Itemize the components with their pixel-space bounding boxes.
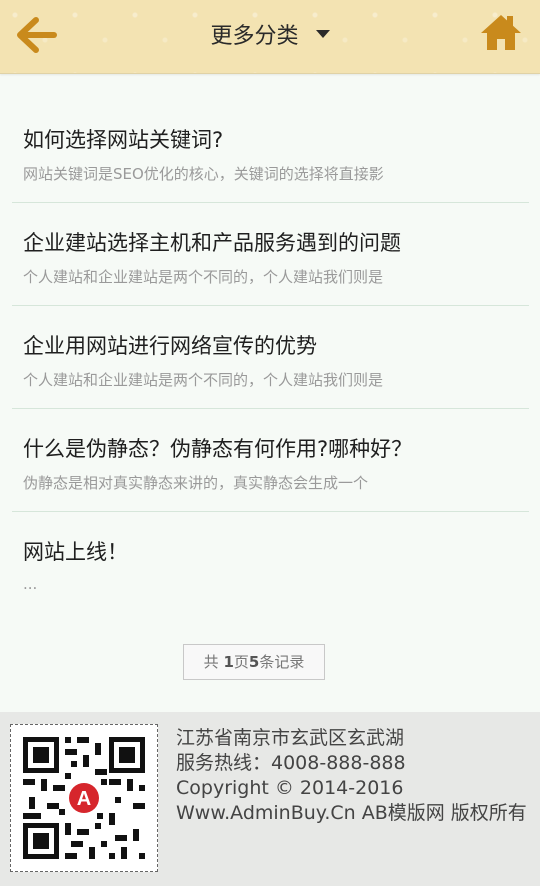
article-summary: 个人建站和企业建站是两个不同的，个人建站我们则是	[23, 268, 384, 286]
article-list: 如何选择网站关键词? 网站关键词是SEO优化的核心，关键词的选择将直接影 企业建…	[12, 100, 529, 614]
qr-code-icon: A	[11, 725, 157, 871]
top-bar: 更多分类	[0, 0, 540, 74]
article-summary: 网站关键词是SEO优化的核心，关键词的选择将直接影	[23, 165, 384, 183]
pager-pages-unit: 页	[233, 653, 249, 671]
footer-info: 江苏省南京市玄武区玄武湖 服务热线：4008-888-888 Copyright…	[176, 726, 532, 826]
article-summary: ...	[23, 575, 38, 593]
record-count: 5	[248, 653, 260, 671]
pager-records-unit: 条记录	[259, 653, 305, 671]
list-item[interactable]: 网站上线！ ...	[12, 512, 529, 614]
page-title: 更多分类	[210, 24, 299, 49]
article-summary: 个人建站和企业建站是两个不同的，个人建站我们则是	[23, 371, 384, 389]
article-title: 什么是伪静态？伪静态有何作用?哪种好？	[23, 437, 413, 461]
article-title: 企业用网站进行网络宣传的优势	[23, 334, 317, 358]
qr-code-frame: A	[10, 724, 158, 872]
list-item[interactable]: 如何选择网站关键词? 网站关键词是SEO优化的核心，关键词的选择将直接影	[12, 100, 529, 203]
list-item[interactable]: 什么是伪静态？伪静态有何作用?哪种好？ 伪静态是相对真实静态来讲的，真实静态会生…	[12, 409, 529, 512]
qr-badge-letter: A	[77, 788, 91, 810]
article-title: 网站上线！	[23, 540, 128, 564]
list-item[interactable]: 企业建站选择主机和产品服务遇到的问题 个人建站和企业建站是两个不同的，个人建站我…	[12, 203, 529, 306]
site-footer: A 江苏省南京市玄武区玄武湖 服务热线：4008-888-888 Copyrig…	[0, 712, 540, 886]
list-item[interactable]: 企业用网站进行网络宣传的优势 个人建站和企业建站是两个不同的，个人建站我们则是	[12, 306, 529, 409]
footer-copyright: Copyright © 2014-2016	[176, 777, 404, 799]
home-icon	[481, 15, 521, 50]
pager-prefix: 共	[203, 653, 224, 671]
article-summary: 伪静态是相对真实静态来讲的，真实静态会生成一个	[23, 474, 369, 492]
pagination-summary: 共 1页5条记录	[183, 644, 325, 680]
page-count: 1	[223, 653, 234, 671]
category-dropdown[interactable]: 更多分类	[0, 18, 540, 50]
footer-hotline: 服务热线：4008-888-888	[176, 752, 406, 774]
caret-down-icon	[315, 30, 330, 38]
article-title: 如何选择网站关键词?	[23, 128, 224, 152]
home-button[interactable]	[478, 12, 524, 54]
footer-site: Www.AdminBuy.Cn AB模版网 版权所有	[176, 802, 527, 824]
article-title: 企业建站选择主机和产品服务遇到的问题	[23, 231, 401, 255]
footer-address: 江苏省南京市玄武区玄武湖	[176, 727, 405, 749]
